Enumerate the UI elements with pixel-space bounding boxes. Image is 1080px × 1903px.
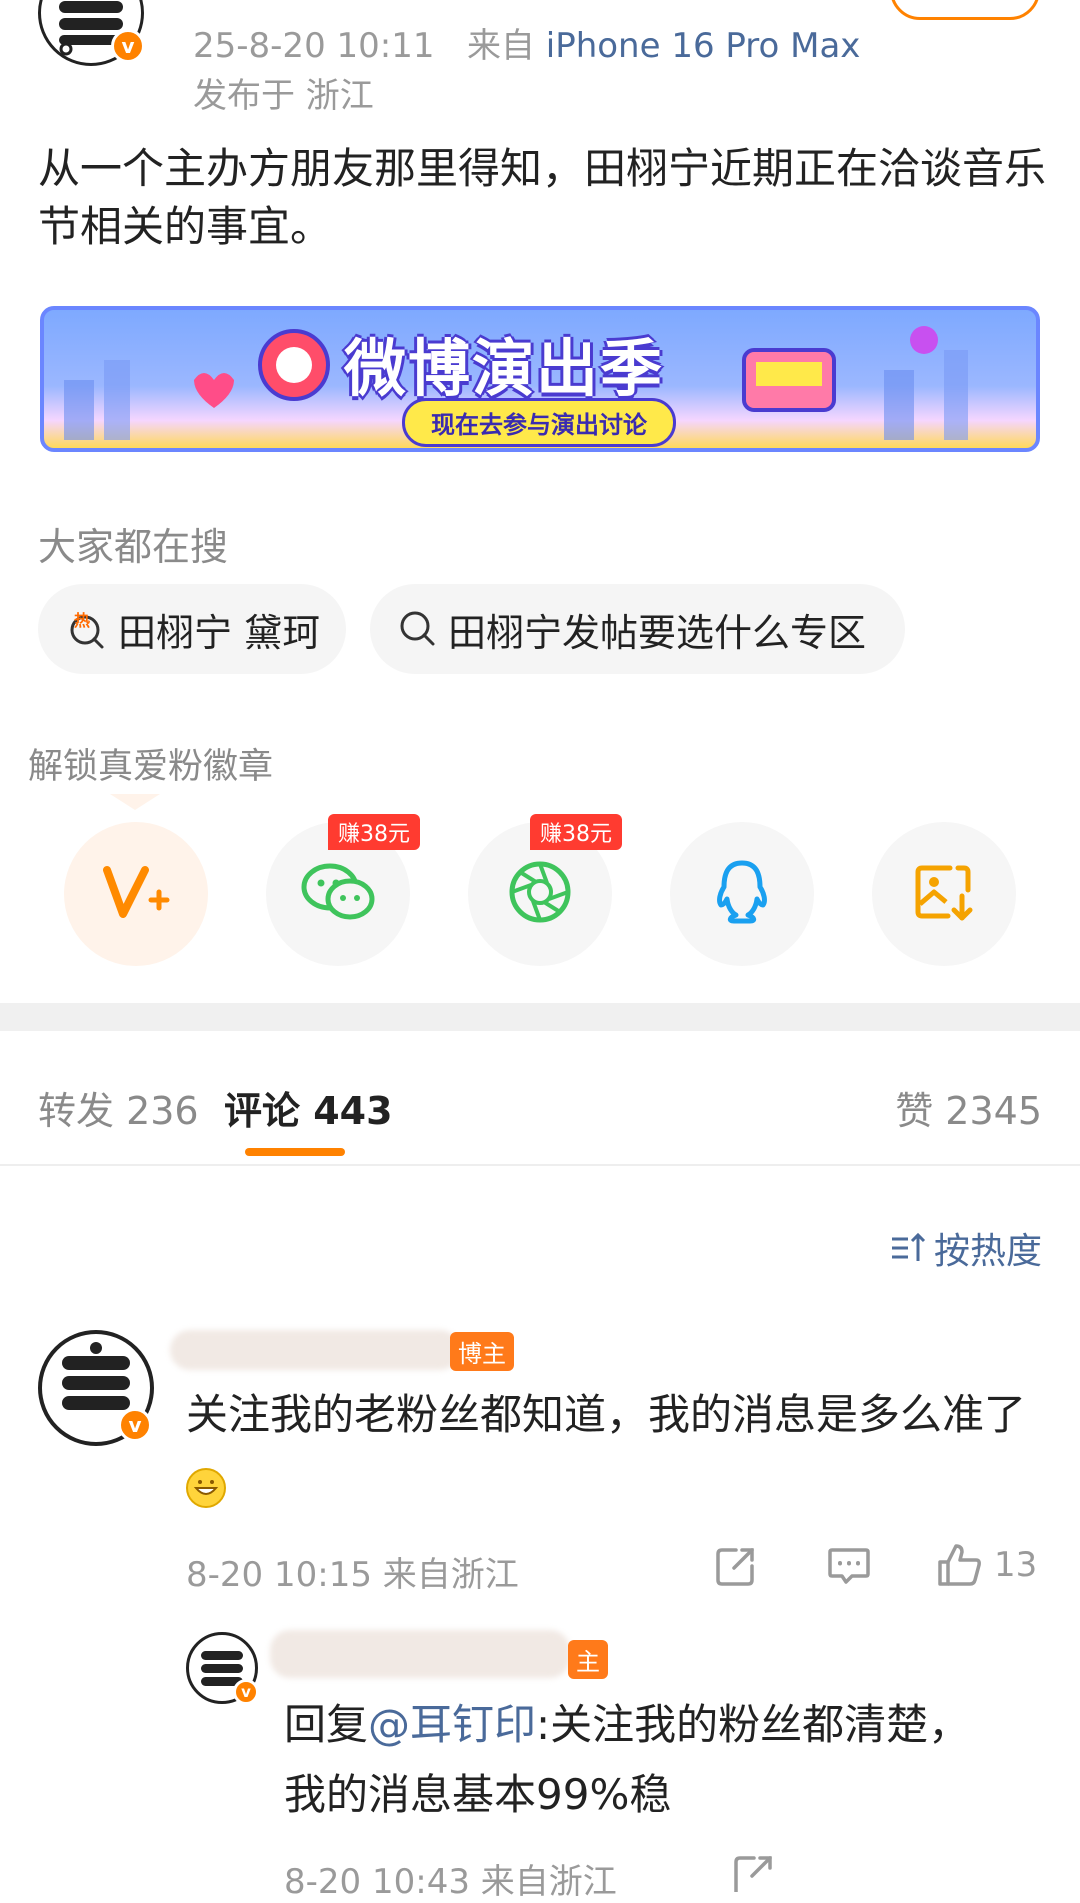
like-count: 13: [994, 1545, 1038, 1585]
grin-emoji-icon: [186, 1467, 226, 1508]
post-body: 从一个主办方朋友那里得知，田栩宁近期正在洽谈音乐节相关的事宜。: [38, 144, 1047, 251]
banner-cta[interactable]: 现在去参与演出讨论: [402, 398, 676, 447]
reply-blogger-tag: 主: [568, 1640, 608, 1679]
share-save-image[interactable]: [872, 822, 1016, 966]
reply-text-2: 我的消息基本99%稳: [284, 1770, 672, 1819]
post-time: 25-8-20 10:11: [193, 26, 435, 66]
post-from-prefix: 来自: [466, 26, 535, 66]
search-icon: [398, 609, 438, 649]
label-pointer: [110, 794, 160, 810]
share-wechat[interactable]: 赚38元: [266, 814, 420, 966]
comment-text: 关注我的老粉丝都知道，我的消息是多么准了: [186, 1390, 1027, 1439]
qq-icon: [712, 859, 772, 929]
comment-body: 关注我的老粉丝都知道，我的消息是多么准了: [186, 1380, 1046, 1520]
commenter-avatar[interactable]: v: [38, 1330, 154, 1446]
reply-prefix: 回复: [284, 1700, 369, 1749]
repost-icon[interactable]: [714, 1544, 758, 1588]
wechat-icon: [300, 861, 376, 927]
post-meta: 25-8-20 10:11 来自 iPhone 16 Pro Max: [193, 18, 860, 67]
comment-meta: 8-20 10:15 来自浙江: [186, 1555, 519, 1595]
post-device[interactable]: iPhone 16 Pro Max: [546, 26, 861, 66]
reply-body: 回复@耳钉印:关注我的粉丝都清楚， 我的消息基本99%稳: [284, 1690, 1044, 1830]
reply-text-1: :关注我的粉丝都清楚，: [536, 1700, 971, 1749]
sort-toggle[interactable]: 按热度: [890, 1222, 1042, 1274]
verified-badge: v: [111, 29, 145, 63]
banner-title: 微博演出季: [344, 332, 665, 405]
reply-verified-badge: v: [233, 1679, 259, 1705]
search-chip-2-text: 田栩宁发帖要选什么专区: [448, 610, 867, 655]
hot-search-icon: 热: [66, 608, 108, 650]
tabs-divider: [0, 1164, 1080, 1166]
commenter-name-redacted: [170, 1330, 460, 1370]
commenter-verified-badge: v: [118, 1408, 152, 1442]
vplus-icon: [101, 862, 171, 926]
earn-badge-wechat: 赚38元: [328, 814, 420, 850]
share-moments[interactable]: 赚38元: [468, 814, 622, 966]
moments-icon: [507, 859, 573, 929]
search-chip-1-text: 田栩宁 黛珂: [118, 610, 321, 655]
tab-like[interactable]: 赞 2345: [895, 1080, 1042, 1135]
reply-repost-icon[interactable]: [732, 1852, 776, 1892]
trending-search-label: 大家都在搜: [38, 525, 229, 569]
reply-icon[interactable]: [826, 1544, 872, 1588]
follow-button[interactable]: [890, 0, 1040, 20]
unlock-badge-label: 解锁真爱粉徽章: [28, 747, 274, 787]
share-qq[interactable]: [670, 822, 814, 966]
active-tab-indicator: [245, 1148, 345, 1156]
tab-comment[interactable]: 评论 443: [224, 1080, 393, 1135]
post-location: 发布于 浙江: [193, 76, 374, 116]
reply-mention[interactable]: @耳钉印: [368, 1700, 536, 1749]
thumbs-up-icon: [936, 1542, 984, 1588]
like-button[interactable]: 13: [936, 1542, 1037, 1588]
tab-repost[interactable]: 转发 236: [38, 1080, 199, 1135]
save-image-icon: [912, 860, 976, 928]
share-vplus[interactable]: [64, 822, 208, 966]
sort-icon: [890, 1231, 928, 1265]
reply-name-redacted: [270, 1630, 570, 1678]
search-chip-2[interactable]: 田栩宁发帖要选什么专区: [370, 584, 905, 674]
blogger-tag: 博主: [450, 1332, 514, 1371]
search-chip-1[interactable]: 热 田栩宁 黛珂: [38, 584, 346, 674]
sort-label: 按热度: [933, 1231, 1042, 1272]
hot-mark: 热: [74, 611, 90, 630]
author-avatar[interactable]: v: [38, 0, 145, 66]
reply-avatar[interactable]: v: [186, 1632, 259, 1705]
earn-badge-moments: 赚38元: [530, 814, 622, 850]
reply-meta: 8-20 10:43 来自浙江: [284, 1862, 617, 1902]
section-divider: [0, 1003, 1080, 1031]
promo-banner[interactable]: 微博演出季 现在去参与演出讨论: [40, 306, 1040, 452]
